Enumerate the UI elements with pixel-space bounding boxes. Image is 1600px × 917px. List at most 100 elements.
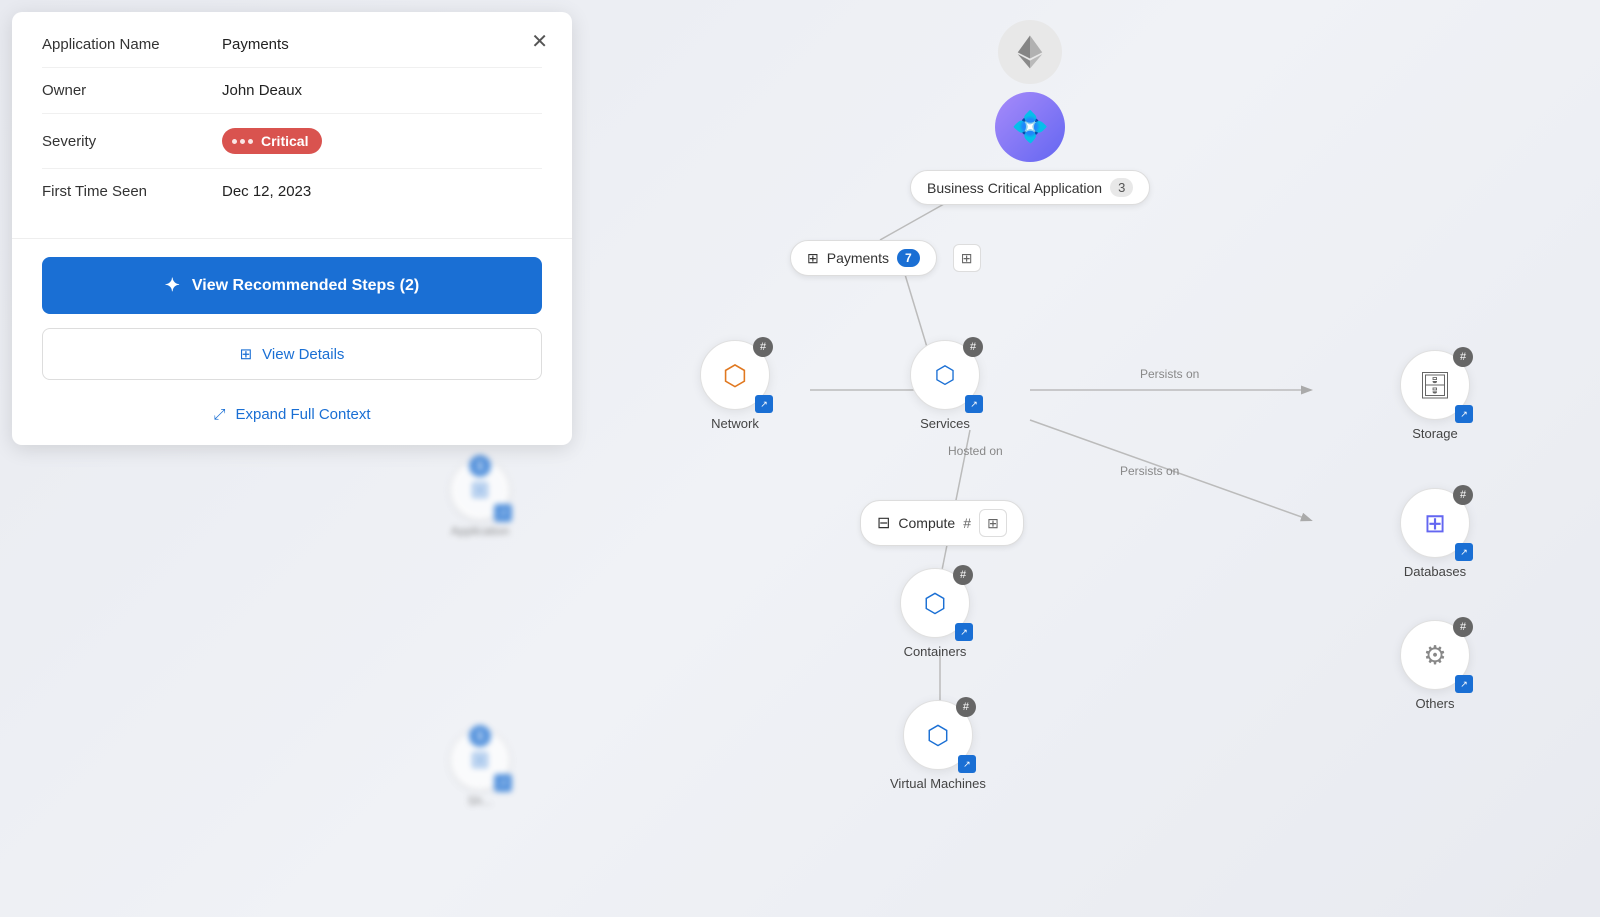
containers-expand: ↗ (955, 623, 973, 641)
expand-label: Expand Full Context (235, 406, 370, 423)
view-details-label: View Details (262, 346, 344, 363)
storage-node[interactable]: 🗄 # ↗ Storage (1400, 350, 1470, 441)
first-seen-label: First Time Seen (42, 183, 222, 200)
severity-value: Critical (222, 128, 322, 154)
vms-expand: ↗ (958, 755, 976, 773)
close-button[interactable]: ✕ (527, 32, 552, 52)
app-badge-1: 1 (469, 455, 491, 477)
storage-node-circle[interactable]: 🗄 # ↗ (1400, 350, 1470, 420)
app-icon-2: ⊞ (471, 747, 489, 773)
app-expand-2: ↗ (494, 774, 512, 792)
severity-dot-3 (248, 139, 253, 144)
payments-label: Payments (827, 250, 889, 266)
vms-badge: # (956, 697, 976, 717)
storage-badge: # (1453, 347, 1473, 367)
app-label-1: Application (451, 524, 510, 538)
view-details-icon: ⊞ (240, 345, 253, 363)
bca-label[interactable]: Business Critical Application 3 (910, 170, 1150, 205)
payments-expand-icon[interactable]: ⊞ (953, 244, 981, 272)
others-badge: # (1453, 617, 1473, 637)
compute-icon: ⊟ (877, 513, 890, 533)
compute-pill[interactable]: ⊟ Compute # ⊞ (860, 500, 1024, 546)
compute-expand[interactable]: ⊞ (979, 509, 1007, 537)
app-circle-1[interactable]: ⊞ 1 ↗ (450, 460, 510, 520)
first-seen-value: Dec 12, 2023 (222, 183, 311, 200)
app-name-value: Payments (222, 36, 289, 53)
app-node-2[interactable]: ⊞ 1 ↗ Sh... (450, 730, 510, 808)
owner-row: Owner John Deaux (42, 68, 542, 114)
app-label-2: Sh... (468, 794, 493, 808)
payments-node: ⊞ Payments 7 ⊞ (790, 240, 981, 276)
containers-node-circle[interactable]: ⬡ # ↗ (900, 568, 970, 638)
databases-node[interactable]: ⊞ # ↗ Databases (1400, 488, 1470, 579)
databases-icon: ⊞ (1424, 508, 1446, 539)
network-icon: ⬡ (723, 359, 747, 392)
containers-icon: ⬡ (924, 588, 947, 619)
payments-count: 7 (897, 249, 920, 267)
app-name-row: Application Name Payments ✕ (42, 22, 542, 68)
services-icon: ⬡ (935, 361, 956, 390)
storage-expand: ↗ (1455, 405, 1473, 423)
recommended-steps-button[interactable]: ✦ View Recommended Steps (2) (42, 257, 542, 314)
others-expand: ↗ (1455, 675, 1473, 693)
services-expand: ↗ (965, 395, 983, 413)
severity-dot-1 (232, 139, 237, 144)
network-badge: # (753, 337, 773, 357)
network-node-circle[interactable]: ⬡ # ↗ (700, 340, 770, 410)
services-node-circle[interactable]: ⬡ # ↗ (910, 340, 980, 410)
services-badge: # (963, 337, 983, 357)
bca-label-text: Business Critical Application (927, 180, 1102, 196)
payments-icon: ⊞ (807, 250, 819, 267)
divider (12, 238, 572, 239)
eth-icon (998, 20, 1062, 84)
ethereum-svg (1012, 34, 1048, 70)
containers-badge: # (953, 565, 973, 585)
graph-area: 💠 Business Critical Application 3 ⊞ Paym… (580, 0, 1600, 917)
app-circle-2[interactable]: ⊞ 1 ↗ (450, 730, 510, 790)
app-expand-1: ↗ (494, 504, 512, 522)
chip-icon: 💠 (995, 92, 1065, 162)
view-details-button[interactable]: ⊞ View Details (42, 328, 542, 380)
others-node[interactable]: ⚙ # ↗ Others (1400, 620, 1470, 711)
severity-dot-2 (240, 139, 245, 144)
info-panel: Application Name Payments ✕ Owner John D… (12, 12, 572, 445)
expand-icon: ⤢ (213, 406, 225, 423)
app-node-1[interactable]: ⊞ 1 ↗ Application (450, 460, 510, 538)
vms-node-circle[interactable]: ⬡ # ↗ (903, 700, 973, 770)
compute-label: Compute (898, 515, 955, 531)
severity-text: Critical (261, 133, 308, 149)
owner-value: John Deaux (222, 82, 302, 99)
app-icon-1: ⊞ (471, 477, 489, 503)
network-node[interactable]: ⬡ # ↗ Network (700, 340, 770, 431)
databases-expand: ↗ (1455, 543, 1473, 561)
star-icon: ✦ (165, 275, 180, 296)
severity-dots (232, 139, 253, 144)
others-icon: ⚙ (1423, 640, 1446, 671)
info-table: Application Name Payments ✕ Owner John D… (12, 12, 572, 238)
services-node[interactable]: ⬡ # ↗ Services (910, 340, 980, 431)
storage-label: Storage (1412, 426, 1458, 441)
recommended-steps-label: View Recommended Steps (2) (192, 277, 419, 295)
databases-node-circle[interactable]: ⊞ # ↗ (1400, 488, 1470, 558)
severity-badge: Critical (222, 128, 322, 154)
containers-node[interactable]: ⬡ # ↗ Containers (900, 568, 970, 659)
others-label: Others (1415, 696, 1454, 711)
compute-hash: # (963, 515, 971, 531)
expand-full-context-button[interactable]: ⤢ Expand Full Context (12, 394, 572, 445)
vms-node[interactable]: ⬡ # ↗ Virtual Machines (890, 700, 986, 791)
others-node-circle[interactable]: ⚙ # ↗ (1400, 620, 1470, 690)
severity-row: Severity Critical (42, 114, 542, 169)
storage-icon: 🗄 (1418, 370, 1451, 401)
network-expand: ↗ (755, 395, 773, 413)
first-seen-row: First Time Seen Dec 12, 2023 (42, 169, 542, 214)
services-label: Services (920, 416, 970, 431)
severity-label: Severity (42, 133, 222, 150)
payments-pill[interactable]: ⊞ Payments 7 (790, 240, 937, 276)
bca-cluster: 💠 Business Critical Application 3 (910, 20, 1150, 205)
vms-label: Virtual Machines (890, 776, 986, 791)
app-name-label: Application Name (42, 36, 222, 53)
databases-label: Databases (1404, 564, 1466, 579)
containers-label: Containers (904, 644, 967, 659)
vms-icon: ⬡ (927, 720, 950, 751)
databases-badge: # (1453, 485, 1473, 505)
